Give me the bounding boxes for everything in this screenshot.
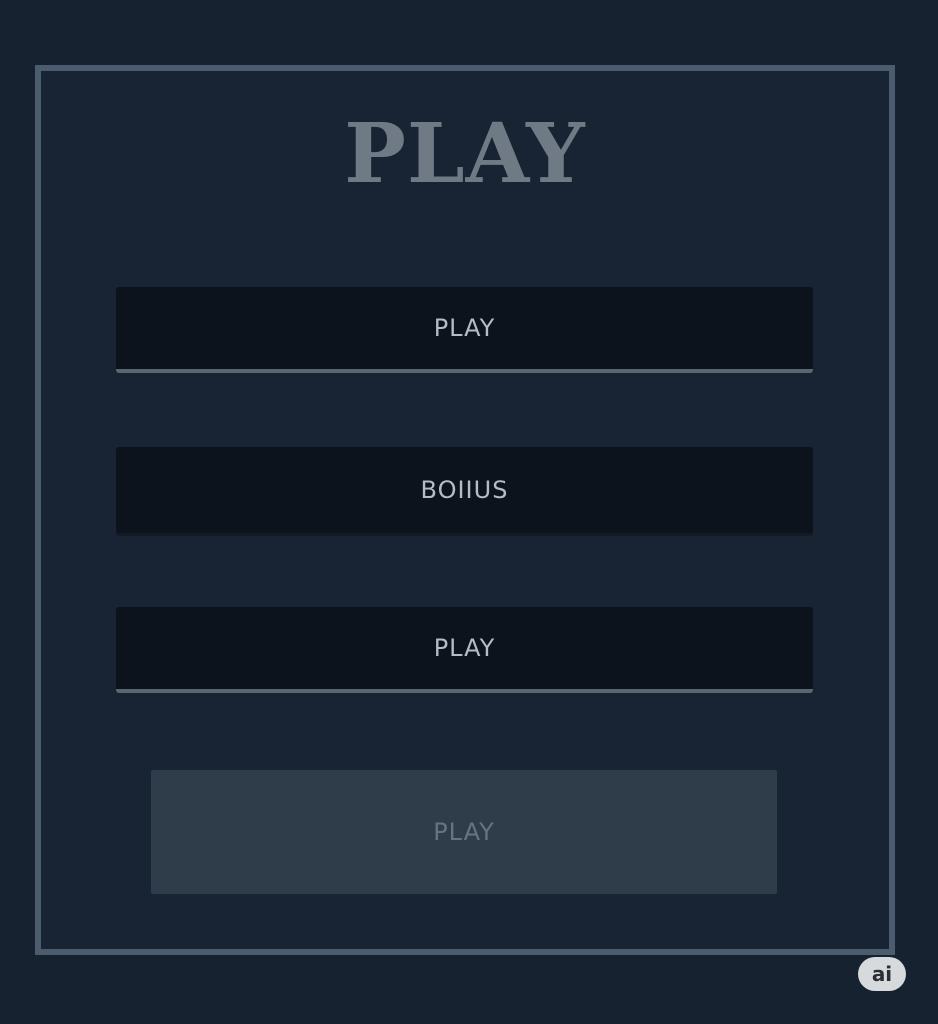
play-button-2[interactable]: PLAY: [116, 607, 813, 693]
menu-panel: PLAY PLAY BOIIUS PLAY PLAY: [35, 65, 895, 955]
bonus-button[interactable]: BOIIUS: [116, 447, 813, 533]
menu-title: PLAY: [344, 106, 586, 202]
ai-badge: ai: [858, 957, 906, 991]
play-button-1[interactable]: PLAY: [116, 287, 813, 373]
play-button-disabled[interactable]: PLAY: [151, 770, 777, 894]
